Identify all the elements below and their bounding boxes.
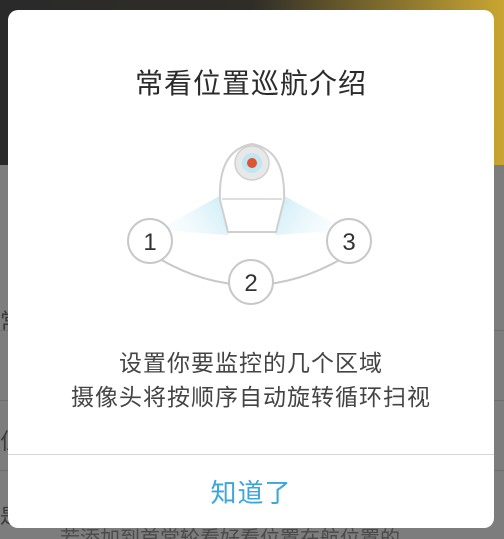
cruise-illustration: 1 2 3 xyxy=(127,142,372,305)
position-label: 3 xyxy=(342,229,355,256)
position-label: 1 xyxy=(143,229,156,256)
got-it-button[interactable]: 知道了 xyxy=(8,455,494,528)
camera-lens xyxy=(247,158,257,168)
screen: 常 位 是 若添加到首常轮看好看位置在航位置的 常看位置巡航介绍 xyxy=(0,0,504,539)
cruise-intro-dialog: 常看位置巡航介绍 1 2 3 设置你要监控的几个区域 摄像头将按顺序自动旋转循环… xyxy=(8,10,494,528)
position-marker-1: 1 xyxy=(127,218,173,264)
position-label: 2 xyxy=(244,270,257,297)
position-marker-2: 2 xyxy=(228,259,274,305)
description-line-1: 设置你要监控的几个区域 xyxy=(119,351,383,377)
position-marker-3: 3 xyxy=(326,218,372,264)
camera-icon xyxy=(218,142,286,233)
description-line-2: 摄像头将按顺序自动旋转循环扫视 xyxy=(71,385,431,411)
